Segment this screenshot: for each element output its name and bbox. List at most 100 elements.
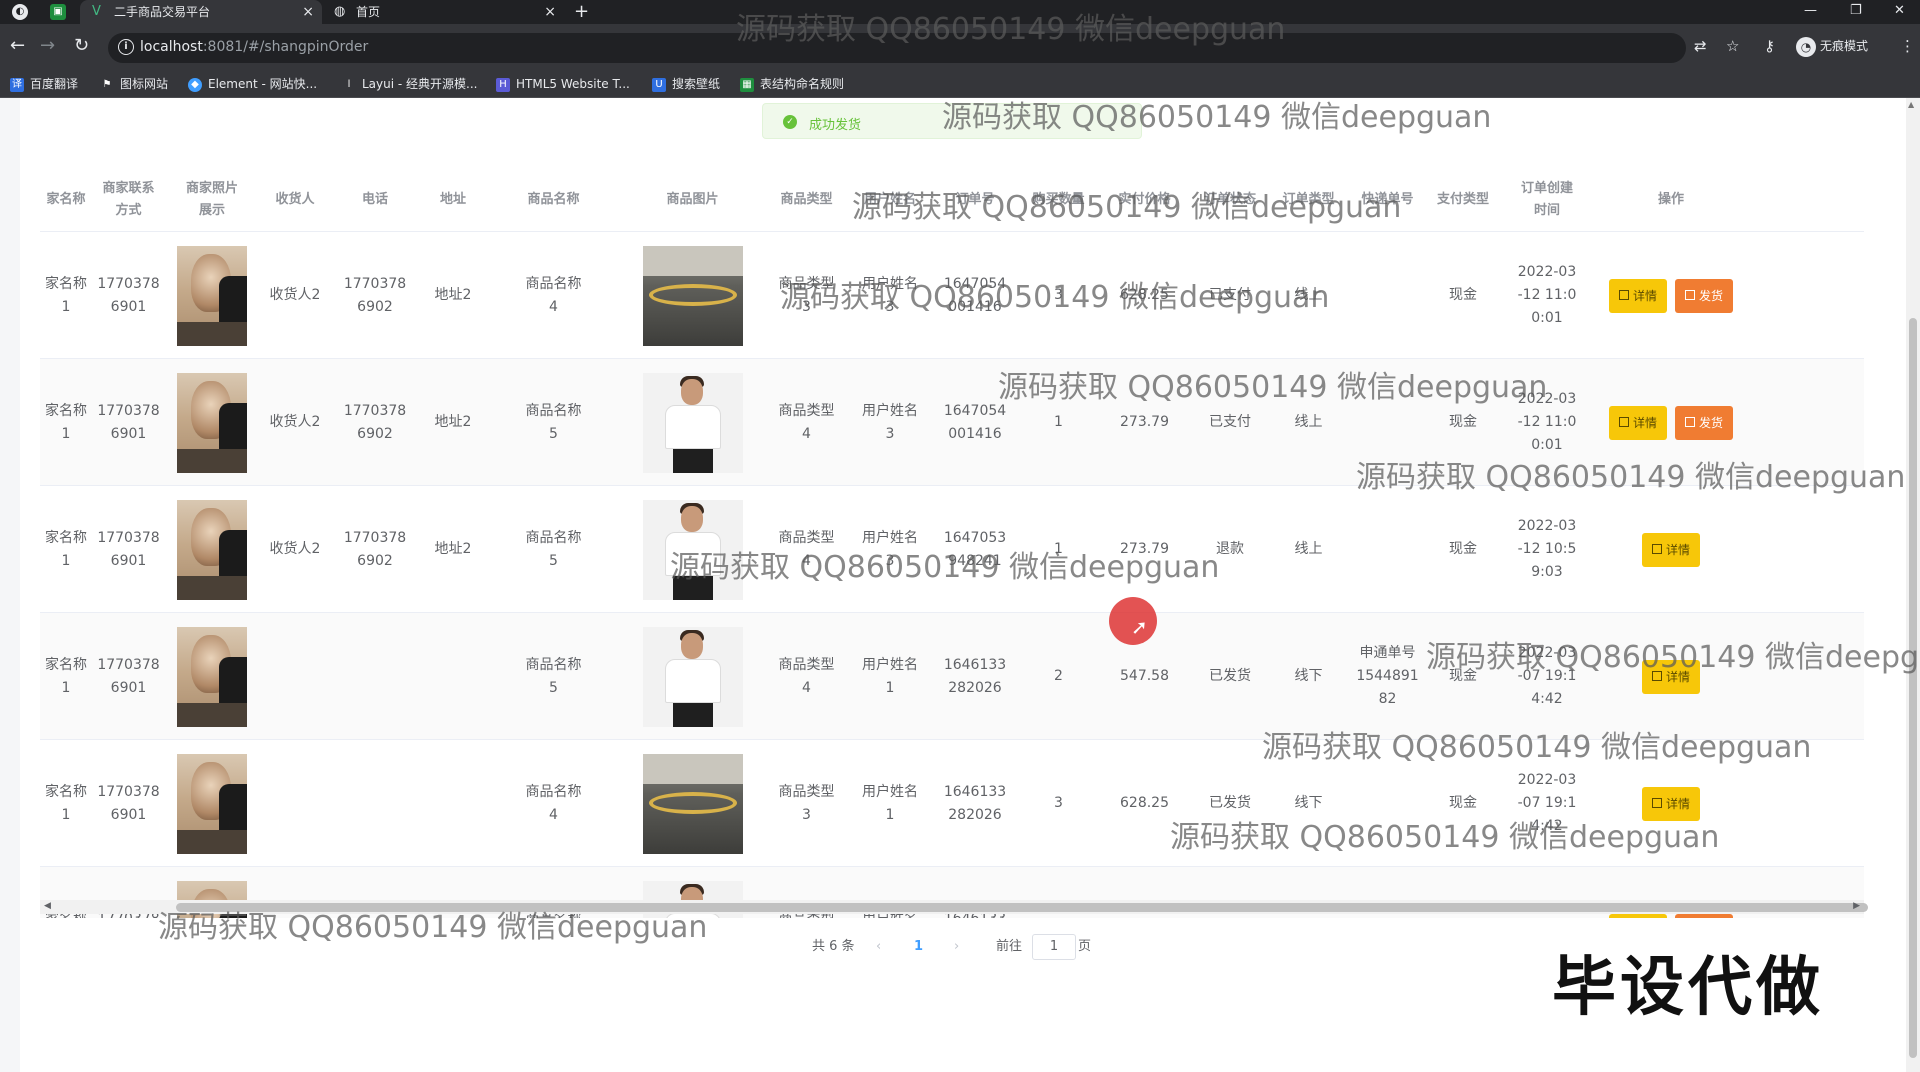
table-cell: 用户姓名 1 (862, 783, 918, 823)
layui-icon: l (342, 77, 356, 92)
button-label: 详情 (1665, 669, 1690, 684)
tab-home[interactable]: ◍ 首页 × (322, 0, 564, 24)
column-header: 订单类型 (1282, 192, 1335, 207)
product-image[interactable] (642, 626, 743, 727)
incognito-indicator[interactable]: ◔ 无痕模式 (1796, 36, 1868, 57)
tab-trading-platform[interactable]: V 二手商品交易平台 × (80, 0, 322, 24)
merchant-photo[interactable] (177, 753, 247, 854)
pagination-prev-button[interactable]: ‹ (876, 934, 881, 960)
promo-stamp: 毕设代做 (1552, 951, 1824, 1025)
new-tab-button[interactable]: + (574, 0, 589, 24)
pagination-page-1[interactable]: 1 (914, 934, 923, 960)
minimize-icon[interactable]: — (1804, 0, 1817, 22)
bookmark-star-icon[interactable]: ☆ (1726, 37, 1739, 55)
detail-button[interactable]: 详情 (1608, 278, 1667, 313)
bookmark-naming-rules[interactable]: ▦ 表结构命名规则 (740, 76, 844, 92)
table-cell: 用户姓名 3 (862, 529, 918, 569)
merchant-photo[interactable] (177, 499, 247, 600)
table-cell: 家名称 1 (45, 402, 87, 442)
merchant-photo[interactable] (177, 372, 247, 473)
key-icon[interactable]: ⚷ (1764, 37, 1775, 55)
table-cell: 商品类型 4 (778, 656, 835, 696)
merchant-photo[interactable] (177, 245, 247, 346)
table-cell: 商品类型 4 (778, 529, 835, 569)
bookmark-element[interactable]: ◆ Element - 网站快... (188, 76, 317, 92)
page-scrollbar-thumb[interactable] (1909, 318, 1917, 1058)
tab-close-icon[interactable]: × (302, 0, 314, 24)
translate-icon[interactable]: ⇄ (1694, 37, 1707, 55)
table-cell: 现金 (1449, 414, 1477, 430)
table-cell (1347, 359, 1428, 486)
button-label: 详情 (1665, 542, 1690, 557)
ship-icon (1685, 290, 1695, 300)
table-cell: 273.79 (1120, 414, 1169, 430)
horizontal-scrollbar-thumb[interactable] (176, 903, 1868, 912)
page-scrollbar[interactable]: ▲ (1906, 98, 1920, 1072)
product-image-cell (620, 613, 765, 740)
pinned-tab-icon[interactable]: ▣ (50, 4, 66, 20)
detail-button[interactable]: 详情 (1641, 786, 1700, 821)
restore-icon[interactable]: ❐ (1850, 0, 1862, 22)
detail-button[interactable]: 详情 (1641, 659, 1700, 694)
column-header: 商家联系 方式 (102, 181, 155, 218)
ship-button[interactable]: 发货 (1675, 405, 1734, 440)
product-image[interactable] (642, 245, 743, 346)
bookmark-layui[interactable]: l Layui - 经典开源模... (342, 76, 477, 92)
table-cell: 现金 (1449, 287, 1477, 303)
check-icon: ✓ (783, 115, 797, 129)
site-info-icon[interactable]: i (118, 39, 134, 55)
pagination-page-input[interactable]: 1 (1032, 934, 1076, 960)
table-cell: 2022-03 -12 10:5 9:03 (1517, 518, 1577, 580)
pagination-next-button[interactable]: › (954, 934, 959, 960)
product-image[interactable] (642, 753, 743, 854)
actions-cell: 详情 发货 (1596, 232, 1746, 359)
table-cell: 1647054 001416 (943, 402, 1007, 442)
ship-button[interactable]: 发货 (1675, 913, 1734, 918)
detail-button[interactable]: 详情 (1608, 913, 1667, 918)
column-header: 操作 (1657, 192, 1684, 207)
column-header: 商品名称 (527, 192, 580, 207)
scroll-up-icon[interactable]: ▲ (1908, 100, 1914, 109)
document-icon (1651, 671, 1662, 681)
bookmark-label: Layui - 经典开源模... (362, 77, 478, 91)
bookmark-html5[interactable]: H HTML5 Website T... (496, 76, 630, 92)
bookmark-wallpaper[interactable]: U 搜索壁纸 (652, 76, 720, 92)
tab-close-icon[interactable]: × (544, 0, 556, 24)
detail-button[interactable]: 详情 (1608, 405, 1667, 440)
table-cell: 线下 (1294, 795, 1323, 811)
product-image[interactable] (642, 372, 743, 473)
product-image[interactable] (642, 499, 743, 600)
address-bar[interactable]: i localhost:8081/#/shangpinOrder (108, 33, 1686, 63)
table-cell (331, 740, 419, 867)
table-cell: 1770378 6901 (97, 656, 160, 696)
globe-icon: ◍ (334, 4, 346, 19)
scroll-right-icon[interactable]: ▶ (1853, 901, 1860, 911)
table-cell: 商品类型 3 (778, 275, 835, 315)
table-cell: 2022-03 -12 11:0 0:01 (1517, 264, 1577, 326)
scroll-left-icon[interactable]: ◀ (44, 901, 51, 911)
table-row: 家名称 11770378 6901 商品名称 5 商品类型 4 用户姓名 1 16461… (40, 613, 1864, 740)
forward-icon[interactable]: → (40, 36, 55, 56)
table-cell: 现金 (1449, 795, 1477, 811)
table-cell: 1 (1054, 541, 1063, 557)
merchant-photo[interactable] (177, 626, 247, 727)
reload-icon[interactable]: ↻ (74, 36, 89, 56)
table-cell: 家名称 1 (45, 529, 87, 569)
back-icon[interactable]: ← (10, 36, 25, 56)
browser-menu-icon[interactable]: ◐ (12, 4, 28, 20)
table-cell: 628.25 (1120, 287, 1169, 303)
table-row: 家名称 1 1770378 6901 收货人2 1770378 6902 地址2 商品名称… (40, 359, 1864, 486)
url-text[interactable]: localhost:8081/#/shangpinOrder (140, 39, 368, 55)
table-cell: 线下 (1294, 668, 1323, 684)
more-menu-icon[interactable]: ⋮ (1900, 37, 1915, 55)
merchant-photo-cell (165, 486, 259, 613)
ship-button[interactable]: 发货 (1675, 278, 1734, 313)
detail-button[interactable]: 详情 (1641, 532, 1700, 567)
close-window-icon[interactable]: ✕ (1894, 0, 1905, 22)
table-cell: 1770378 6901 (97, 529, 160, 569)
table-cell: 商品名称 5 (525, 402, 582, 442)
table-cell: 2 (1054, 668, 1063, 684)
bookmark-icon-site[interactable]: ⚑ 图标网站 (100, 76, 168, 92)
bookmark-baidu-translate[interactable]: 译百度翻译 (10, 76, 78, 92)
table-horizontal-scrollbar[interactable]: ◀ ▶ (40, 900, 1868, 914)
